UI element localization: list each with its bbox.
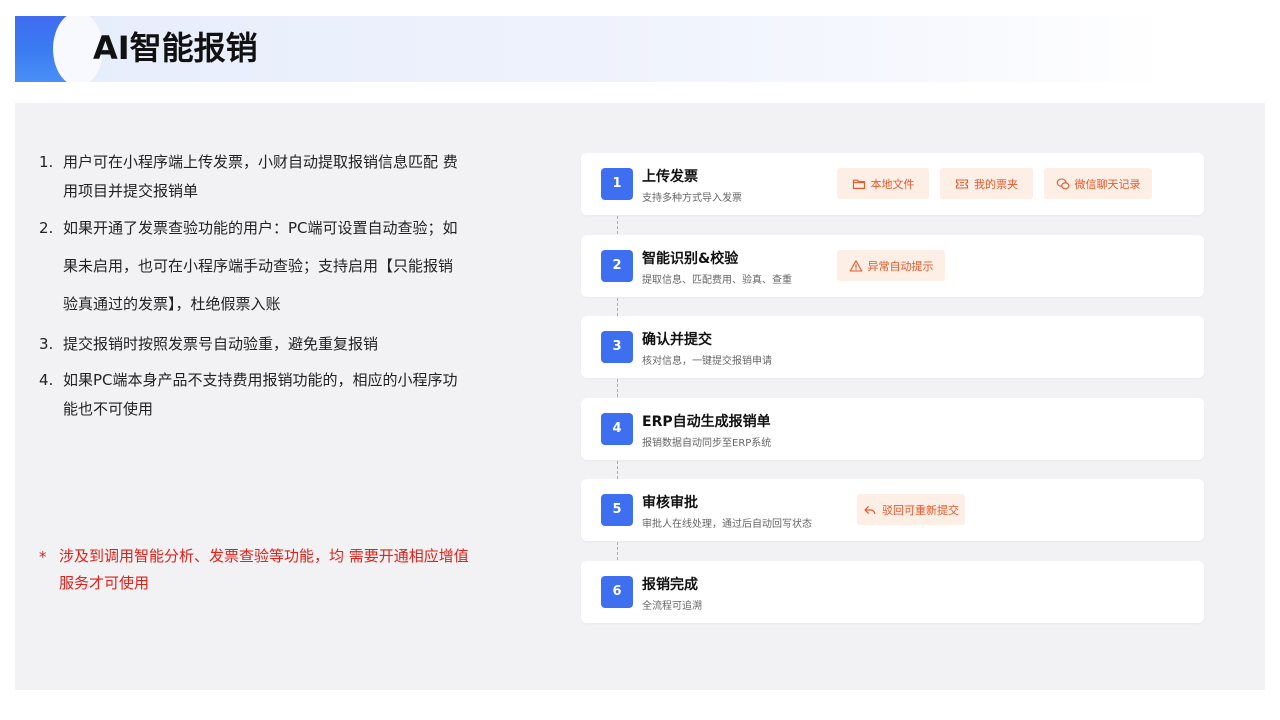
exception-alert-chip[interactable]: 异常自动提示 (837, 250, 945, 281)
wechat-chat-record-button[interactable]: 微信聊天记录 (1044, 168, 1152, 199)
step-card-recognize: 2 智能识别&校验 提取信息、匹配费用、验真、查重 异常自动提示 (581, 235, 1204, 297)
step-connector (617, 298, 618, 316)
step-description: 支持多种方式导入发票 (642, 193, 742, 204)
list-item: 3. 提交报销时按照发票号自动验重，避免重复报销 (39, 330, 499, 359)
step-card-approval: 5 审核审批 审批人在线处理，通过后自动回写状态 驳回可重新提交 (581, 479, 1204, 541)
step-connector (617, 216, 618, 234)
note-asterisk: * (39, 548, 47, 566)
list-item-line: 提交报销时按照发票号自动验重，避免重复报销 (63, 335, 379, 353)
step-connector (617, 379, 618, 397)
warning-icon (849, 259, 862, 272)
step-title: ERP自动生成报销单 (642, 414, 771, 430)
page-header: AI智能报销 (15, 16, 1265, 82)
service-note: * 涉及到调用智能分析、发票查验等功能，均 需要开通相应增值 服务才可使用 (39, 543, 499, 597)
step-title: 智能识别&校验 (642, 251, 739, 267)
step-title: 上传发票 (642, 169, 698, 185)
list-item: 1. 用户可在小程序端上传发票，小财自动提取报销信息匹配 费 用项目并提交报销单 (39, 148, 499, 206)
list-item-line: 如果PC端本身产品不支持费用报销功能的，相应的小程序功 (63, 371, 458, 389)
chip-label: 异常自动提示 (867, 259, 934, 273)
step-number-badge: 1 (601, 168, 633, 200)
content-panel: 1. 用户可在小程序端上传发票，小财自动提取报销信息匹配 费 用项目并提交报销单… (15, 103, 1265, 690)
ticket-icon (955, 178, 969, 189)
list-item-line: 能也不可使用 (63, 400, 154, 418)
list-item: 2. 如果开通了发票查验功能的用户：PC端可设置自动查验；如 果未启用，也可在小… (39, 209, 499, 323)
note-line: 服务才可使用 (59, 574, 150, 592)
list-item-line: 用户可在小程序端上传发票，小财自动提取报销信息匹配 费 (63, 153, 458, 171)
list-item-line: 如果开通了发票查验功能的用户：PC端可设置自动查验；如 (63, 219, 458, 237)
step-connector (617, 542, 618, 560)
chip-label: 驳回可重新提交 (882, 503, 959, 517)
reply-icon (864, 505, 876, 514)
step-number-badge: 6 (601, 576, 633, 608)
list-item-line: 验真通过的发票】，杜绝假票入账 (63, 295, 281, 313)
step-description: 提取信息、匹配费用、验真、查重 (642, 275, 792, 286)
step-card-complete: 6 报销完成 全流程可追溯 (581, 561, 1204, 623)
step-card-erp: 4 ERP自动生成报销单 报销数据自动同步至ERP系统 (581, 398, 1204, 460)
step-card-upload: 1 上传发票 支持多种方式导入发票 本地文件 我的票夹 微信聊天记录 (581, 153, 1204, 215)
folder-icon (852, 179, 865, 189)
step-description: 全流程可追溯 (642, 601, 702, 612)
page-title: AI智能报销 (93, 29, 258, 67)
step-number-badge: 4 (601, 413, 633, 445)
reject-resubmit-chip[interactable]: 驳回可重新提交 (857, 494, 965, 525)
list-item: 4. 如果PC端本身产品不支持费用报销功能的，相应的小程序功 能也不可使用 (39, 366, 499, 424)
list-item-number: 3. (39, 335, 54, 353)
my-ticket-folder-button[interactable]: 我的票夹 (940, 168, 1033, 199)
chip-label: 我的票夹 (974, 177, 1018, 191)
step-connector (617, 461, 618, 479)
list-item-number: 4. (39, 371, 54, 389)
wechat-icon (1056, 177, 1069, 189)
step-description: 审批人在线处理，通过后自动回写状态 (642, 519, 812, 530)
chip-label: 本地文件 (870, 177, 915, 191)
step-number-badge: 3 (601, 331, 633, 363)
step-number-badge: 2 (601, 250, 633, 282)
step-title: 确认并提交 (642, 332, 712, 348)
chip-label: 微信聊天记录 (1074, 177, 1141, 191)
step-description: 报销数据自动同步至ERP系统 (642, 438, 772, 449)
step-description: 核对信息，一键提交报销申请 (642, 356, 772, 367)
step-title: 报销完成 (642, 577, 698, 593)
local-file-button[interactable]: 本地文件 (837, 168, 929, 199)
list-item-number: 2. (39, 219, 54, 237)
list-item-number: 1. (39, 153, 54, 171)
step-card-confirm: 3 确认并提交 核对信息，一键提交报销申请 (581, 316, 1204, 378)
step-number-badge: 5 (601, 494, 633, 526)
list-item-line: 用项目并提交报销单 (63, 182, 199, 200)
step-title: 审核审批 (642, 495, 698, 511)
feature-list: 1. 用户可在小程序端上传发票，小财自动提取报销信息匹配 费 用项目并提交报销单… (39, 148, 499, 431)
list-item-line: 果未启用，也可在小程序端手动查验；支持启用【只能报销 (63, 257, 454, 275)
note-line: 涉及到调用智能分析、发票查验等功能，均 需要开通相应增值 (59, 547, 469, 565)
